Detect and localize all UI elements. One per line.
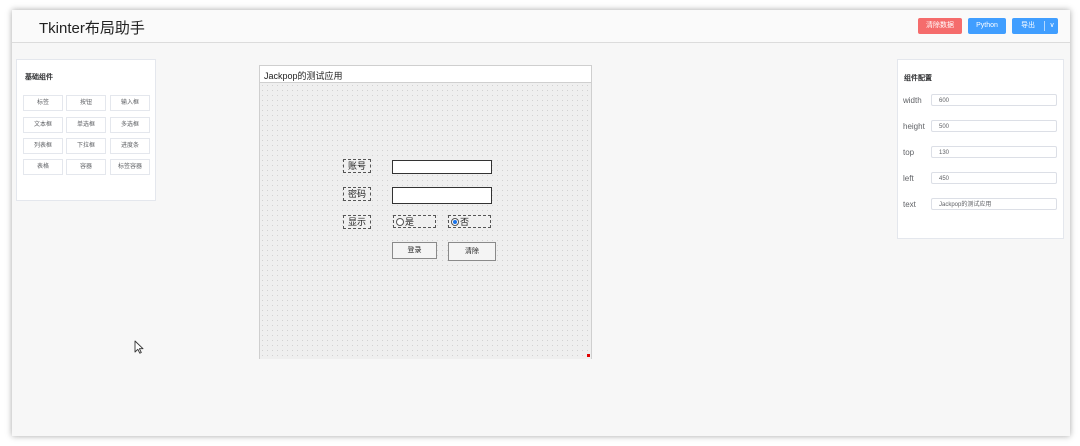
top-input[interactable]: 130 bbox=[931, 146, 1057, 158]
clear-data-button[interactable]: 清除数据 bbox=[918, 18, 962, 34]
export-divider bbox=[1044, 21, 1045, 31]
widget-checkbox[interactable]: 多选框 bbox=[110, 117, 150, 133]
widget-frame[interactable]: 容器 bbox=[66, 159, 106, 175]
config-panel-title: 组件配置 bbox=[904, 75, 932, 82]
text-label: text bbox=[903, 200, 916, 209]
config-panel: 组件配置 width 600 height 500 top 130 left 4… bbox=[897, 59, 1064, 239]
widget-button[interactable]: 按钮 bbox=[66, 95, 106, 111]
text-input[interactable]: Jackpop的测试应用 bbox=[931, 198, 1057, 210]
radio-no[interactable]: 否 bbox=[448, 215, 491, 228]
left-input[interactable]: 450 bbox=[931, 172, 1057, 184]
widget-text[interactable]: 文本框 bbox=[23, 117, 63, 133]
height-input[interactable]: 500 bbox=[931, 120, 1057, 132]
design-canvas-window[interactable]: Jackpop的测试应用 账号 密码 显示 是 否 登录 清除 bbox=[259, 65, 592, 359]
python-button[interactable]: Python bbox=[968, 18, 1006, 34]
account-entry[interactable] bbox=[392, 160, 492, 174]
export-button[interactable]: 导出 ∨ bbox=[1012, 18, 1058, 34]
components-panel: 基础组件 标签 按钮 输入框 文本框 单选框 多选框 列表框 下拉框 进度条 表… bbox=[16, 59, 156, 201]
widget-progressbar[interactable]: 进度条 bbox=[110, 138, 150, 154]
design-canvas[interactable]: 账号 密码 显示 是 否 登录 清除 bbox=[260, 82, 591, 359]
components-panel-title: 基础组件 bbox=[25, 74, 53, 81]
width-label: width bbox=[903, 96, 922, 105]
top-label: top bbox=[903, 148, 915, 157]
chevron-down-icon[interactable]: ∨ bbox=[1046, 18, 1058, 34]
clear-button[interactable]: 清除 bbox=[448, 242, 496, 261]
width-input[interactable]: 600 bbox=[931, 94, 1057, 106]
export-button-label: 导出 bbox=[1021, 22, 1035, 29]
top-header: Tkinter布局助手 清除数据 Python 导出 ∨ bbox=[12, 10, 1070, 43]
show-label[interactable]: 显示 bbox=[343, 215, 371, 229]
resize-handle[interactable] bbox=[587, 354, 590, 357]
account-label[interactable]: 账号 bbox=[343, 159, 371, 173]
widget-combobox[interactable]: 下拉框 bbox=[66, 138, 106, 154]
arrow-cursor-icon bbox=[134, 340, 144, 354]
password-entry[interactable] bbox=[392, 187, 492, 204]
left-label: left bbox=[903, 174, 914, 183]
widget-entry[interactable]: 输入框 bbox=[110, 95, 150, 111]
radio-no-indicator bbox=[451, 217, 459, 226]
widget-label[interactable]: 标签 bbox=[23, 95, 63, 111]
widget-listbox[interactable]: 列表框 bbox=[23, 138, 63, 154]
widget-radio[interactable]: 单选框 bbox=[66, 117, 106, 133]
password-label[interactable]: 密码 bbox=[343, 187, 371, 201]
height-label: height bbox=[903, 122, 925, 131]
radio-no-label: 否 bbox=[460, 217, 470, 227]
radio-yes-indicator bbox=[396, 217, 404, 226]
radio-yes-label: 是 bbox=[405, 217, 415, 227]
widget-labelframe[interactable]: 标签容器 bbox=[110, 159, 150, 175]
canvas-window-title: Jackpop的测试应用 bbox=[264, 71, 343, 81]
login-button[interactable]: 登录 bbox=[392, 242, 437, 259]
widget-table[interactable]: 表格 bbox=[23, 159, 63, 175]
app-window: Tkinter布局助手 清除数据 Python 导出 ∨ 基础组件 标签 按钮 … bbox=[12, 10, 1070, 436]
radio-yes[interactable]: 是 bbox=[393, 215, 436, 228]
app-title: Tkinter布局助手 bbox=[39, 20, 145, 37]
